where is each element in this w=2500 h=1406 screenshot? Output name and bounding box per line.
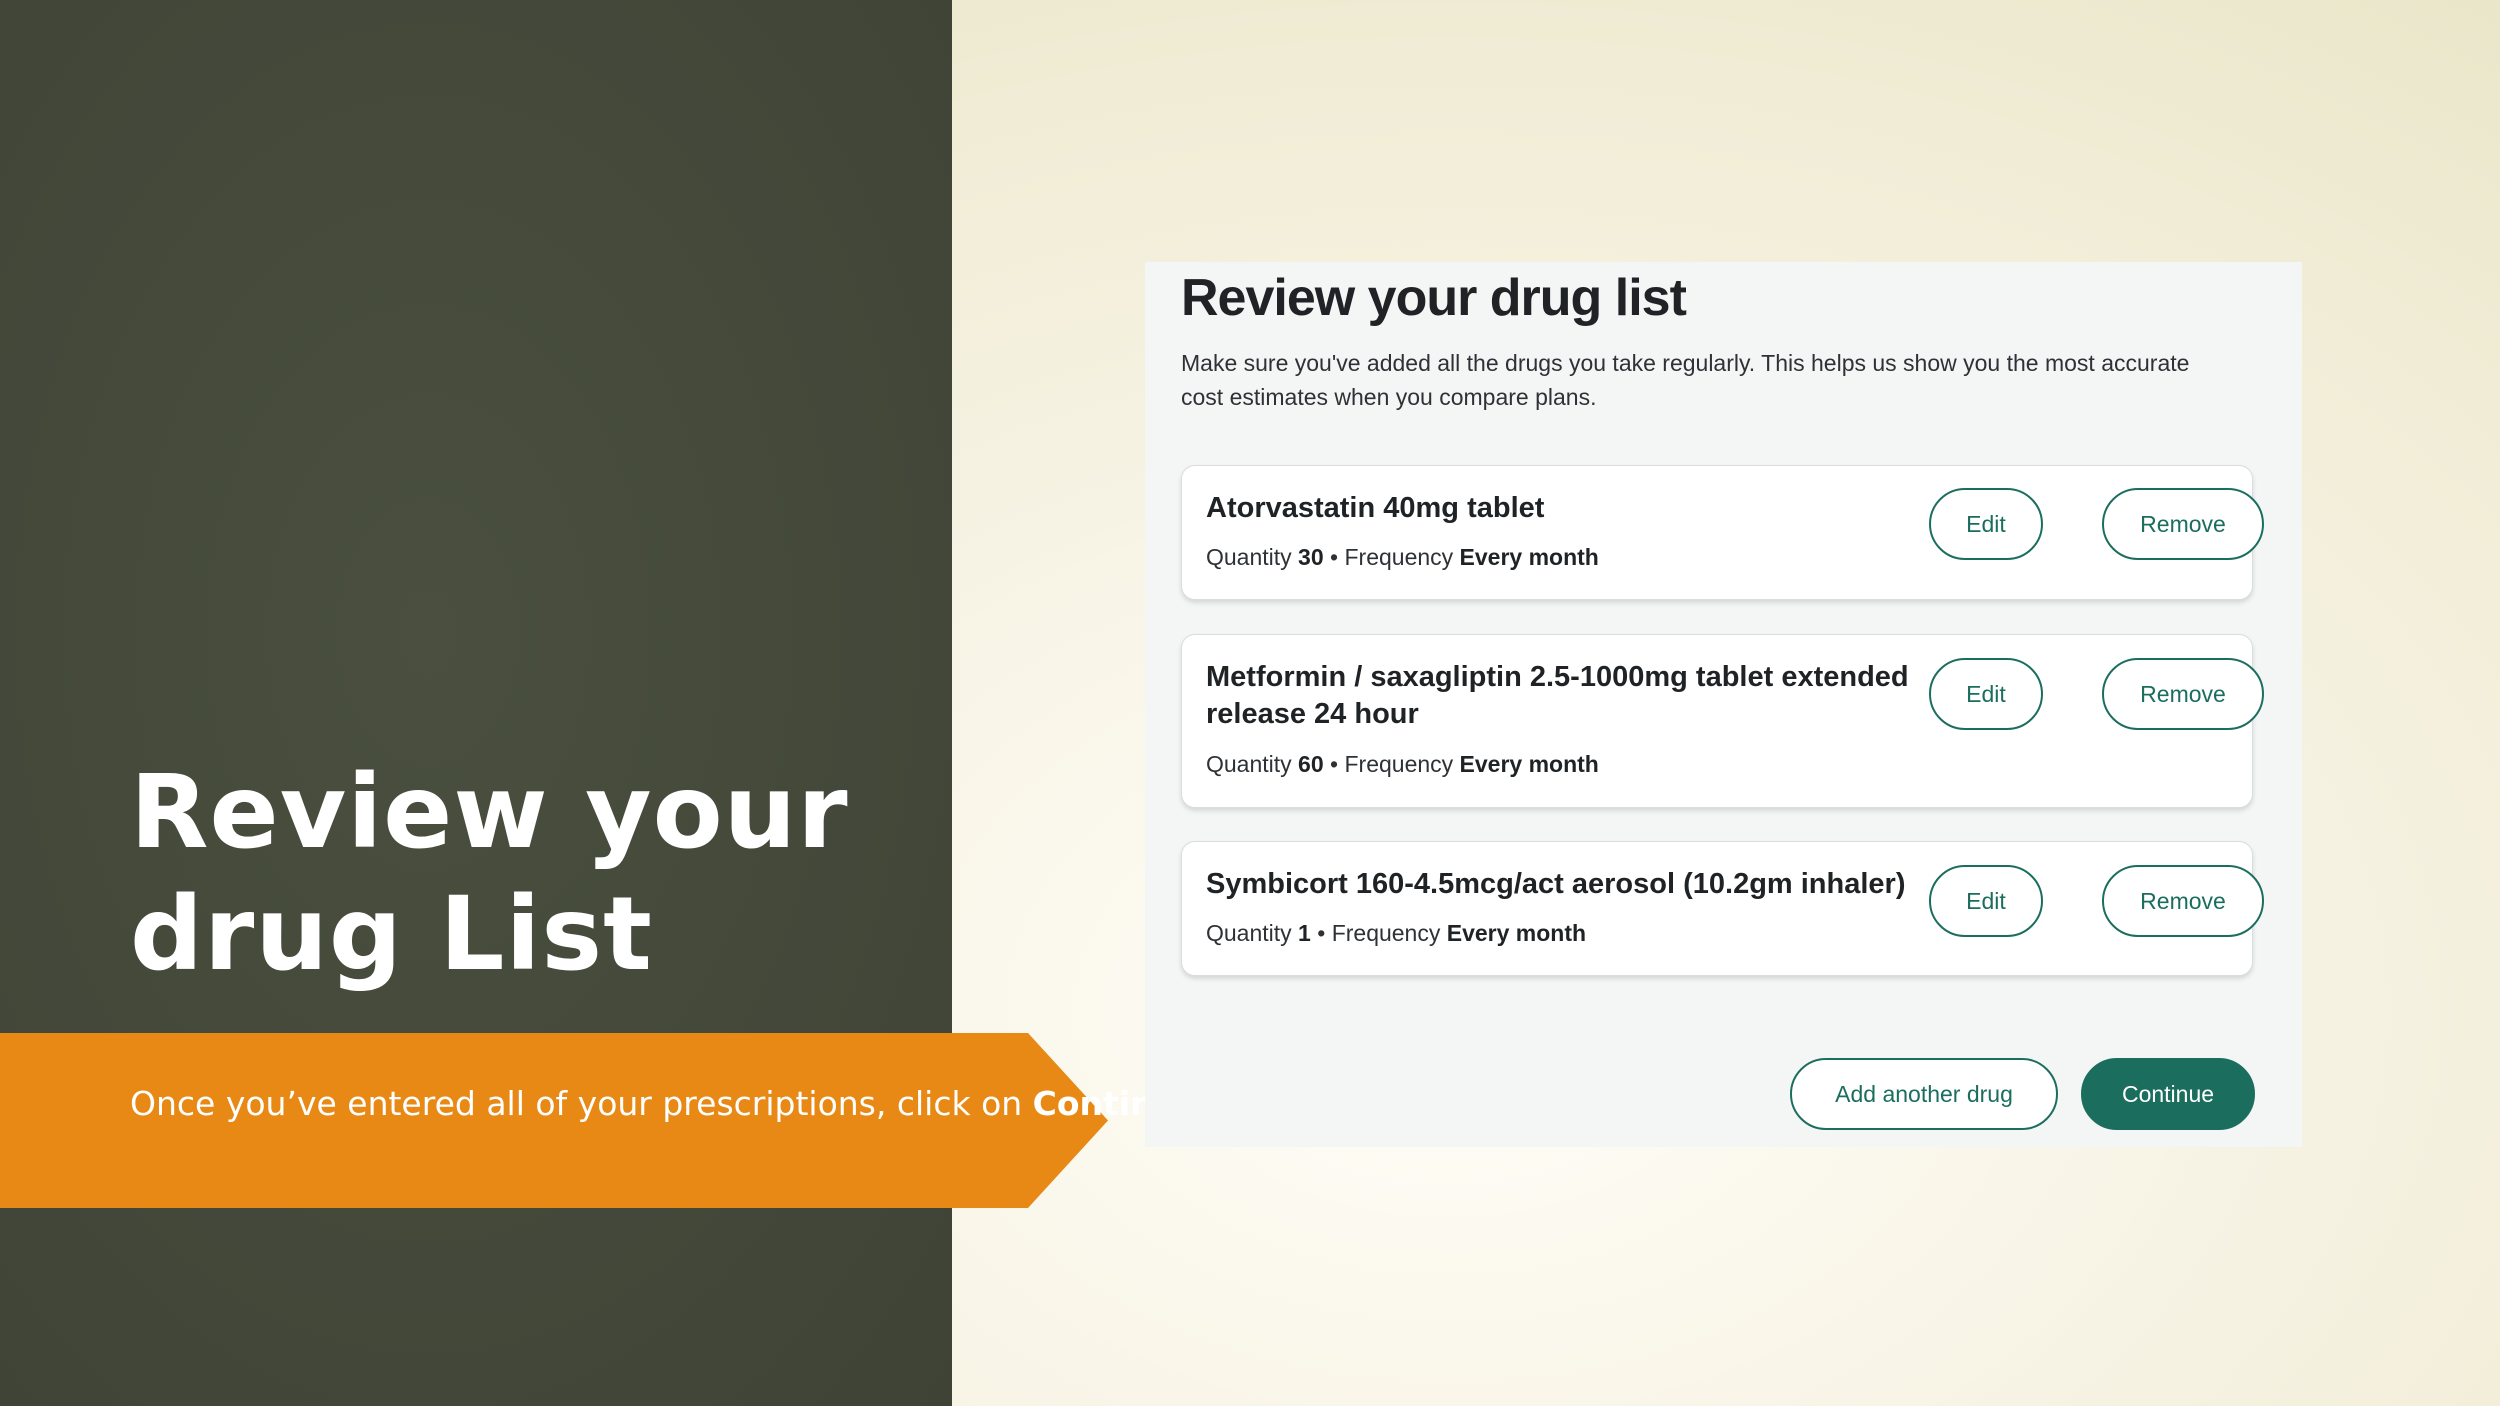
continue-button[interactable]: Continue <box>2081 1058 2255 1130</box>
drug-meta: Quantity 1 • Frequency Every month <box>1206 920 1586 947</box>
slide-title: Review your drug List <box>130 753 849 994</box>
drug-meta: Quantity 60 • Frequency Every month <box>1206 751 1599 778</box>
add-another-drug-button[interactable]: Add another drug <box>1790 1058 2058 1130</box>
remove-button[interactable]: Remove <box>2102 865 2264 937</box>
meta-separator: • <box>1317 920 1326 946</box>
frequency-value: Every month <box>1459 751 1599 777</box>
frequency-value: Every month <box>1446 920 1587 946</box>
quantity-label: Quantity <box>1206 920 1292 946</box>
instruction-text-prefix: Once you’ve entered all of your prescrip… <box>130 1084 1033 1123</box>
frequency-label: Frequency <box>1344 544 1454 570</box>
page-heading: Review your drug list <box>1181 269 1687 327</box>
remove-button[interactable]: Remove <box>2102 658 2264 730</box>
quantity-label: Quantity <box>1206 751 1292 777</box>
drug-card: Metformin / saxagliptin 2.5-1000mg table… <box>1181 634 2264 808</box>
drug-name: Atorvastatin 40mg tablet <box>1206 492 1545 524</box>
remove-button[interactable]: Remove <box>2102 488 2264 560</box>
drug-name: Metformin / saxagliptin 2.5-1000mg table… <box>1206 661 1909 730</box>
edit-button[interactable]: Edit <box>1929 865 2043 937</box>
quantity-value: 1 <box>1298 920 1311 946</box>
drug-meta: Quantity 30 • Frequency Every month <box>1206 544 1599 571</box>
instruction-text: Once you’ve entered all of your prescrip… <box>130 1087 1210 1121</box>
frequency-value: Every month <box>1459 544 1599 570</box>
drug-card: Atorvastatin 40mg tablet Quantity 30 • F… <box>1181 465 2264 600</box>
quantity-label: Quantity <box>1206 544 1292 570</box>
meta-separator: • <box>1330 751 1339 777</box>
drug-name: Symbicort 160-4.5mcg/act aerosol (10.2gm… <box>1206 868 1906 900</box>
quantity-value: 30 <box>1298 544 1324 570</box>
quantity-value: 60 <box>1298 751 1324 777</box>
drug-list-screenshot: Review your drug list Make sure you've a… <box>1145 262 2302 1147</box>
frequency-label: Frequency <box>1344 751 1454 777</box>
edit-button[interactable]: Edit <box>1929 658 2043 730</box>
frequency-label: Frequency <box>1331 920 1441 946</box>
meta-separator: • <box>1330 544 1339 570</box>
edit-button[interactable]: Edit <box>1929 488 2043 560</box>
page-description: Make sure you've added all the drugs you… <box>1181 350 2190 410</box>
drug-card: Symbicort 160-4.5mcg/act aerosol (10.2gm… <box>1181 841 2264 976</box>
